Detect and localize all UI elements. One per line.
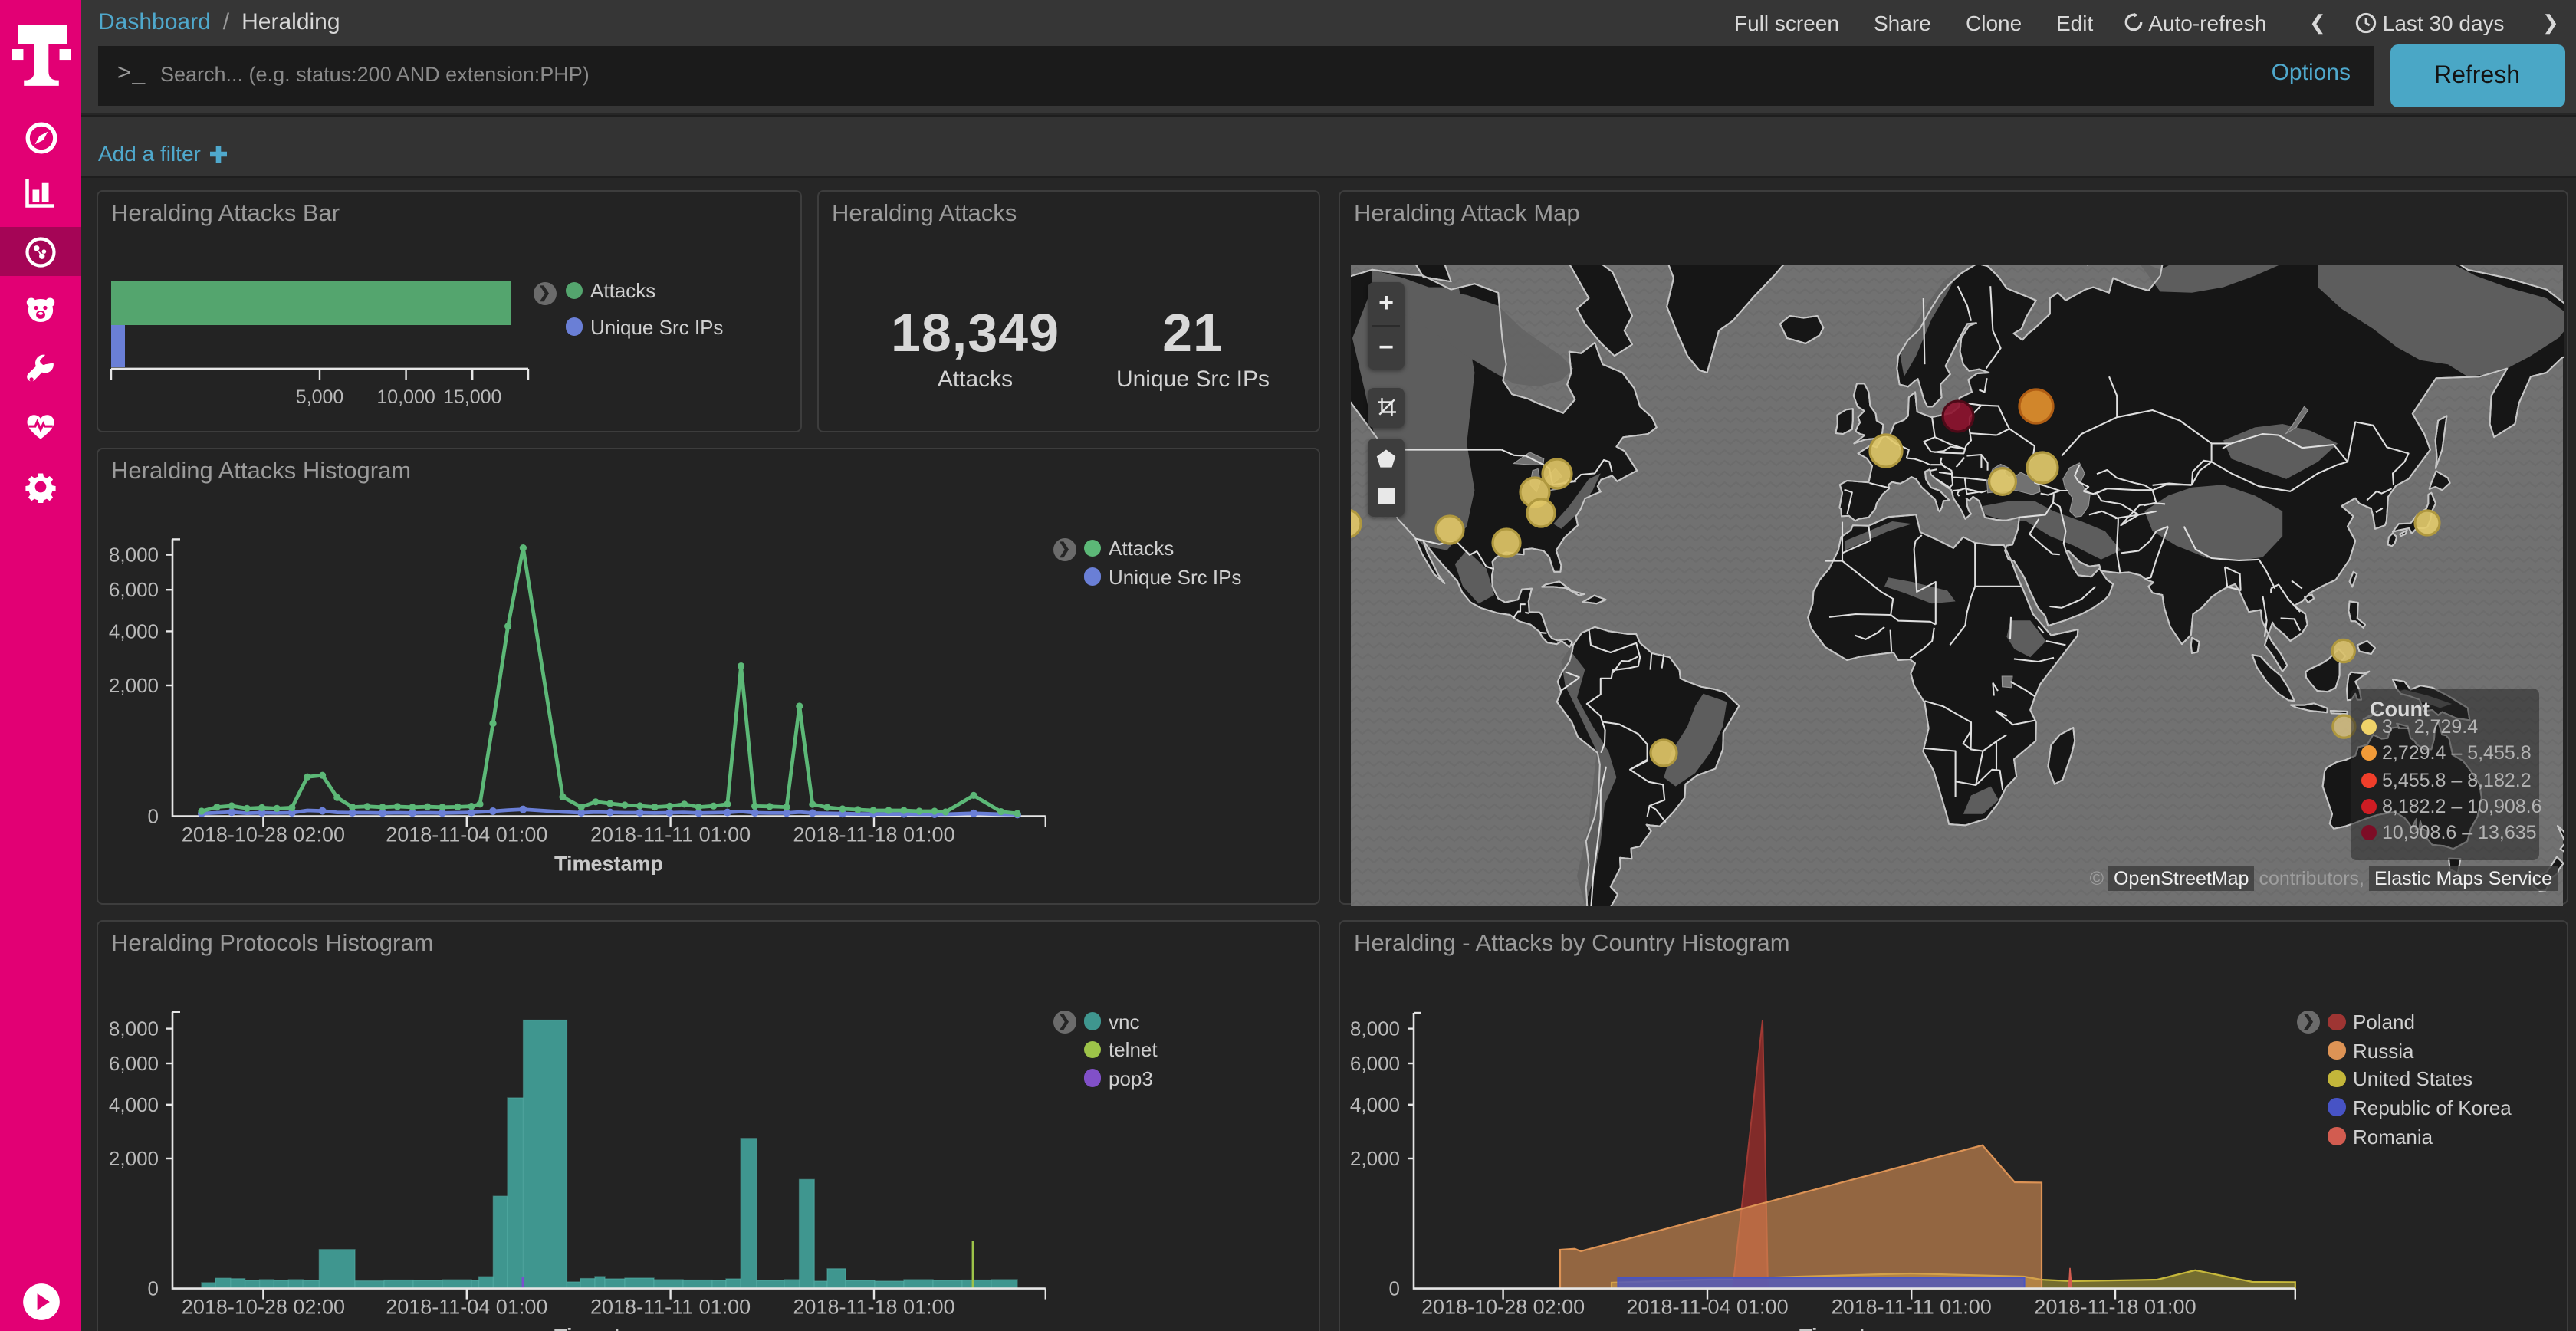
svg-text:Timestamp: Timestamp (554, 853, 662, 876)
svg-text:2,000: 2,000 (108, 674, 158, 697)
svg-text:5,000: 5,000 (295, 386, 343, 408)
svg-text:0: 0 (147, 805, 158, 828)
svg-text:2018-11-11 01:00: 2018-11-11 01:00 (590, 1296, 750, 1319)
svg-text:6,000: 6,000 (108, 1052, 158, 1075)
svg-text:2018-11-18 01:00: 2018-11-18 01:00 (2034, 1296, 2196, 1319)
svg-text:8,000: 8,000 (1350, 1017, 1400, 1040)
svg-text:Timestamp: Timestamp (1799, 1325, 1908, 1331)
svg-text:0: 0 (1389, 1277, 1400, 1300)
svg-text:2018-11-18 01:00: 2018-11-18 01:00 (792, 1296, 954, 1319)
svg-text:2018-11-11 01:00: 2018-11-11 01:00 (1832, 1296, 1992, 1319)
svg-text:2018-11-11 01:00: 2018-11-11 01:00 (590, 823, 750, 846)
svg-text:0: 0 (147, 1277, 158, 1300)
svg-text:6,000: 6,000 (108, 578, 158, 601)
svg-text:10,000: 10,000 (376, 386, 434, 408)
svg-text:2018-11-04 01:00: 2018-11-04 01:00 (385, 1296, 547, 1319)
svg-text:8,000: 8,000 (108, 1017, 158, 1040)
svg-text:4,000: 4,000 (108, 1093, 158, 1116)
svg-text:8,000: 8,000 (108, 544, 158, 567)
svg-text:2,000: 2,000 (1350, 1147, 1400, 1170)
svg-text:2018-10-28 02:00: 2018-10-28 02:00 (181, 1296, 344, 1319)
svg-text:2018-10-28 02:00: 2018-10-28 02:00 (181, 823, 344, 846)
svg-text:2018-10-28 02:00: 2018-10-28 02:00 (1421, 1296, 1585, 1319)
svg-text:2018-11-04 01:00: 2018-11-04 01:00 (1626, 1296, 1788, 1319)
svg-text:2018-11-04 01:00: 2018-11-04 01:00 (385, 823, 547, 846)
svg-text:4,000: 4,000 (1350, 1093, 1400, 1116)
svg-text:2,000: 2,000 (108, 1147, 158, 1170)
svg-text:2018-11-18 01:00: 2018-11-18 01:00 (792, 823, 954, 846)
svg-text:4,000: 4,000 (108, 619, 158, 642)
svg-text:Timestamp: Timestamp (554, 1325, 662, 1331)
svg-text:6,000: 6,000 (1350, 1052, 1400, 1075)
svg-text:15,000: 15,000 (442, 386, 501, 408)
